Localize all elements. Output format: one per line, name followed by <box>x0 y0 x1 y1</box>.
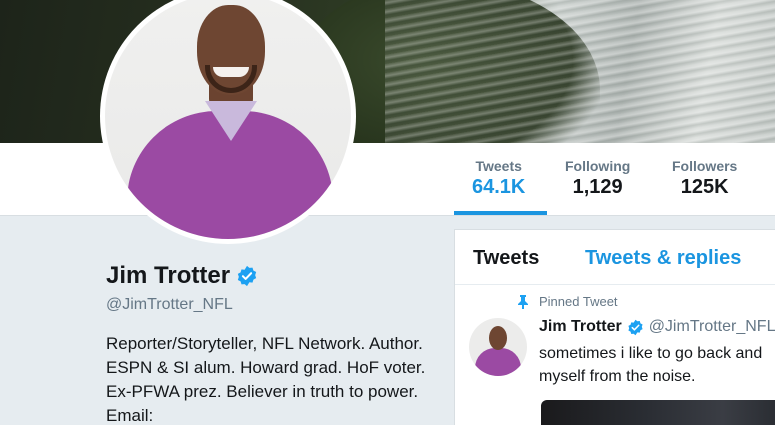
tweet-avatar-body <box>475 348 521 376</box>
timeline-panel: Tweets Tweets & replies Pinned Tweet Jim… <box>454 229 775 425</box>
stat-followers-label: Followers <box>672 158 738 174</box>
stat-tweets-label: Tweets <box>475 158 522 174</box>
tweet-header: Jim Trotter @JimTrotter_NFL <box>539 318 775 336</box>
tweet-avatar-head <box>489 326 507 350</box>
stat-followers-value: 125K <box>680 176 729 198</box>
tab-tweets-and-replies[interactable]: Tweets & replies <box>585 247 741 270</box>
active-stat-underline <box>454 211 547 215</box>
tweet-text-line-1: sometimes i like to go back and <box>539 345 763 362</box>
stat-followers[interactable]: Followers 125K <box>672 158 737 199</box>
avatar-smile <box>213 67 249 77</box>
stat-tweets-value: 64.1K <box>472 176 526 198</box>
tab-tweets[interactable]: Tweets <box>473 247 539 270</box>
profile-avatar[interactable] <box>100 0 356 244</box>
avatar-photo <box>105 0 351 239</box>
banner-water-texture <box>385 0 775 143</box>
timeline-tabs: Tweets Tweets & replies <box>455 230 775 285</box>
pin-icon <box>518 294 528 309</box>
tweet-text: sometimes i like to go back and myself f… <box>539 342 775 388</box>
tweet-media-image[interactable] <box>541 400 775 425</box>
tweet-author-handle[interactable]: @JimTrotter_NFL <box>649 318 775 336</box>
stat-tweets[interactable]: Tweets 64.1K <box>472 158 525 199</box>
stat-following[interactable]: Following 1,129 <box>565 158 630 199</box>
tweet-verified-icon <box>628 319 643 335</box>
tweet-author-name[interactable]: Jim Trotter <box>539 318 622 336</box>
pinned-tweet-label: Pinned Tweet <box>539 294 618 309</box>
tweet-text-line-2: myself from the noise. <box>539 368 696 385</box>
verified-badge-icon <box>237 265 257 287</box>
profile-handle[interactable]: @JimTrotter_NFL <box>106 296 233 314</box>
profile-name[interactable]: Jim Trotter <box>106 262 230 290</box>
tweet-avatar[interactable] <box>469 318 527 376</box>
profile-name-row: Jim Trotter <box>106 262 258 290</box>
stat-following-label: Following <box>565 158 631 174</box>
profile-bio: Reporter/Storyteller, NFL Network. Autho… <box>106 334 426 425</box>
pinned-tweet-indicator: Pinned Tweet <box>517 294 618 309</box>
stat-following-value: 1,129 <box>572 176 623 198</box>
